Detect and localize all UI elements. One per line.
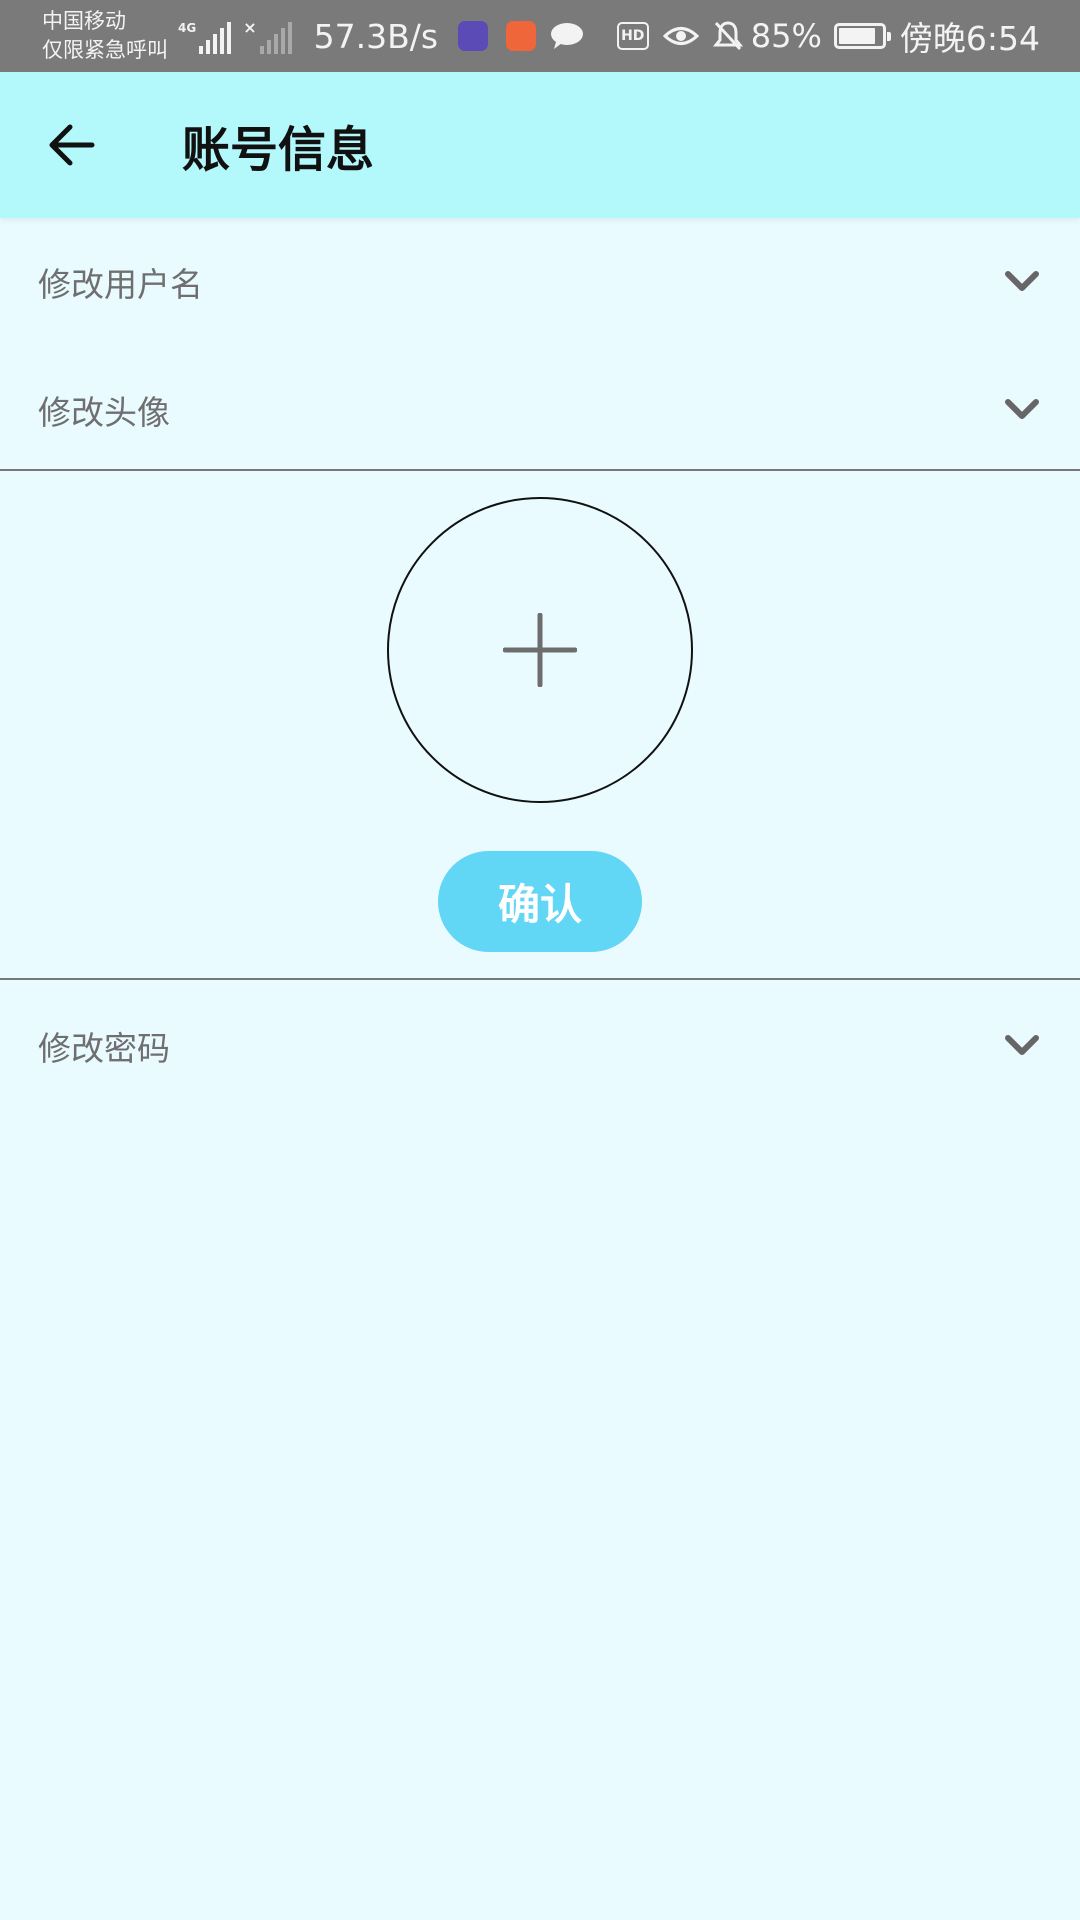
signal-icon: 4G — [178, 18, 232, 54]
change-username-row[interactable]: 修改用户名 — [0, 222, 1080, 342]
eye-icon — [662, 27, 699, 45]
divider — [0, 469, 1080, 471]
battery-percent: 85% — [750, 17, 822, 55]
confirm-button[interactable]: 确认 — [438, 851, 642, 952]
network-type: 4G — [178, 21, 197, 35]
change-avatar-label: 修改头像 — [38, 393, 170, 432]
chevron-down-icon — [1002, 1026, 1042, 1066]
battery-icon — [833, 23, 891, 49]
plus-icon — [503, 613, 577, 687]
chat-icon — [551, 23, 584, 49]
change-username-label: 修改用户名 — [38, 265, 203, 304]
divider — [0, 978, 1080, 980]
back-button[interactable] — [42, 115, 102, 175]
arrow-left-icon — [49, 124, 95, 166]
chevron-down-icon — [1002, 262, 1042, 302]
avatar-picker[interactable] — [387, 497, 693, 803]
change-password-row[interactable]: 修改密码 — [0, 986, 1080, 1106]
bell-off-icon — [712, 21, 743, 51]
clock: 傍晚6:54 — [899, 19, 1040, 58]
network-speed: 57.3B/s — [313, 16, 439, 56]
carrier-status: 仅限紧急呼叫 — [42, 38, 168, 62]
status-bar: 中国移动 仅限紧急呼叫 4G × 57.3B/s HD 85% 傍晚6:54 — [0, 0, 1080, 72]
app-purple-icon — [458, 21, 489, 51]
chevron-down-icon — [1002, 390, 1042, 430]
page-title: 账号信息 — [182, 122, 375, 178]
hd-icon: HD — [616, 22, 649, 50]
no-signal-icon: × — [243, 18, 292, 54]
change-avatar-row[interactable]: 修改头像 — [0, 350, 1080, 470]
app-header: 账号信息 — [0, 72, 1080, 218]
change-password-label: 修改密码 — [38, 1029, 170, 1068]
carrier-name: 中国移动 — [42, 9, 126, 33]
app-orange-icon — [506, 21, 537, 51]
carrier-info: 中国移动 仅限紧急呼叫 — [42, 7, 168, 65]
